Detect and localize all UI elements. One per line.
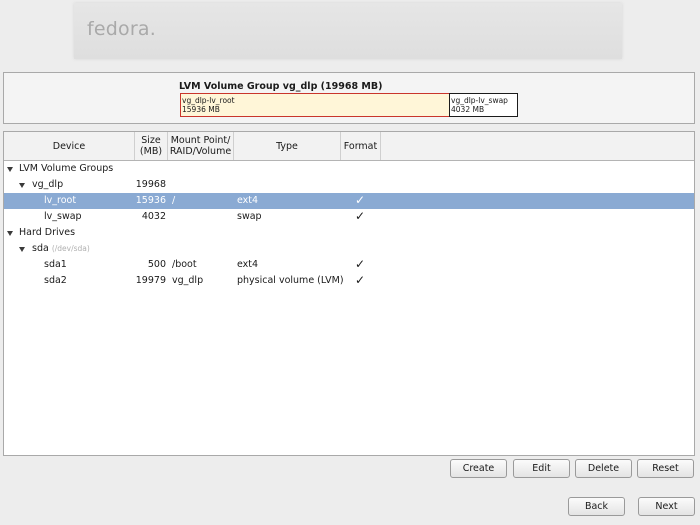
fs-type: physical volume (LVM) [237,275,344,286]
mount-point: /boot [172,259,197,270]
fs-type: swap [237,211,262,222]
device-name-text: sda [32,243,49,254]
segment-size: 15936 MB [182,105,220,114]
fs-type: ext4 [237,195,259,206]
device-size: 4032 [141,211,166,222]
device-name: sda2 [44,275,67,286]
format-check-icon: ✓ [355,209,366,223]
fedora-logo: fedora. [87,18,156,40]
next-button[interactable]: Next [638,497,695,516]
expander-icon[interactable] [19,183,25,188]
table-row[interactable]: sda (/dev/sda) [4,241,694,257]
fs-type: ext4 [237,259,259,270]
table-row[interactable]: Hard Drives [4,225,694,241]
header-banner: fedora. [74,3,622,59]
device-path: (/dev/sda) [51,244,90,253]
mount-point: / [172,195,176,206]
reset-button[interactable]: Reset [637,459,694,478]
mount-point: vg_dlp [172,275,204,286]
table-row[interactable]: vg_dlp 19968 [4,177,694,193]
device-name: sda1 [44,259,67,270]
device-size: 19968 [135,179,166,190]
format-check-icon: ✓ [355,257,366,271]
table-row[interactable]: lv_swap 4032 swap ✓ [4,209,694,225]
device-name: LVM Volume Groups [19,163,114,174]
format-check-icon: ✓ [355,193,366,207]
table-row[interactable]: sda2 19979 vg_dlp physical volume (LVM) … [4,273,694,289]
table-row[interactable]: lv_root 15936 / ext4 ✓ [4,193,694,209]
segment-name: vg_dlp-lv_swap [451,96,508,105]
volume-group-title: LVM Volume Group vg_dlp (19968 MB) [179,81,383,92]
device-size: 15936 [135,195,166,206]
edit-button[interactable]: Edit [513,459,570,478]
column-header-mount[interactable]: Mount Point/ RAID/Volume [168,132,234,160]
lv-root-segment[interactable]: vg_dlp-lv_root 15936 MB [180,93,450,117]
device-name: lv_root [44,195,77,206]
column-header-format[interactable]: Format [341,132,381,160]
expander-icon[interactable] [7,167,13,172]
segment-name: vg_dlp-lv_root [182,96,235,105]
column-header-size[interactable]: Size (MB) [135,132,168,160]
device-name: lv_swap [44,211,82,222]
column-header-type[interactable]: Type [234,132,341,160]
table-row[interactable]: sda1 500 /boot ext4 ✓ [4,257,694,273]
back-button[interactable]: Back [568,497,625,516]
expander-icon[interactable] [7,231,13,236]
device-name: vg_dlp [32,179,64,190]
table-row[interactable]: LVM Volume Groups [4,161,694,177]
format-check-icon: ✓ [355,273,366,287]
segment-size: 4032 MB [451,105,485,114]
expander-icon[interactable] [19,247,25,252]
device-name: sda (/dev/sda) [32,243,90,255]
device-name: Hard Drives [19,227,76,238]
device-size: 19979 [135,275,166,286]
delete-button[interactable]: Delete [575,459,632,478]
column-header-device[interactable]: Device [4,132,135,160]
create-button[interactable]: Create [450,459,507,478]
lv-swap-segment[interactable]: vg_dlp-lv_swap 4032 MB [449,93,518,117]
device-table: Device Size (MB) Mount Point/ RAID/Volum… [3,131,695,456]
device-size: 500 [147,259,166,270]
volume-group-panel: LVM Volume Group vg_dlp (19968 MB) vg_dl… [3,72,695,124]
table-header: Device Size (MB) Mount Point/ RAID/Volum… [4,132,694,161]
